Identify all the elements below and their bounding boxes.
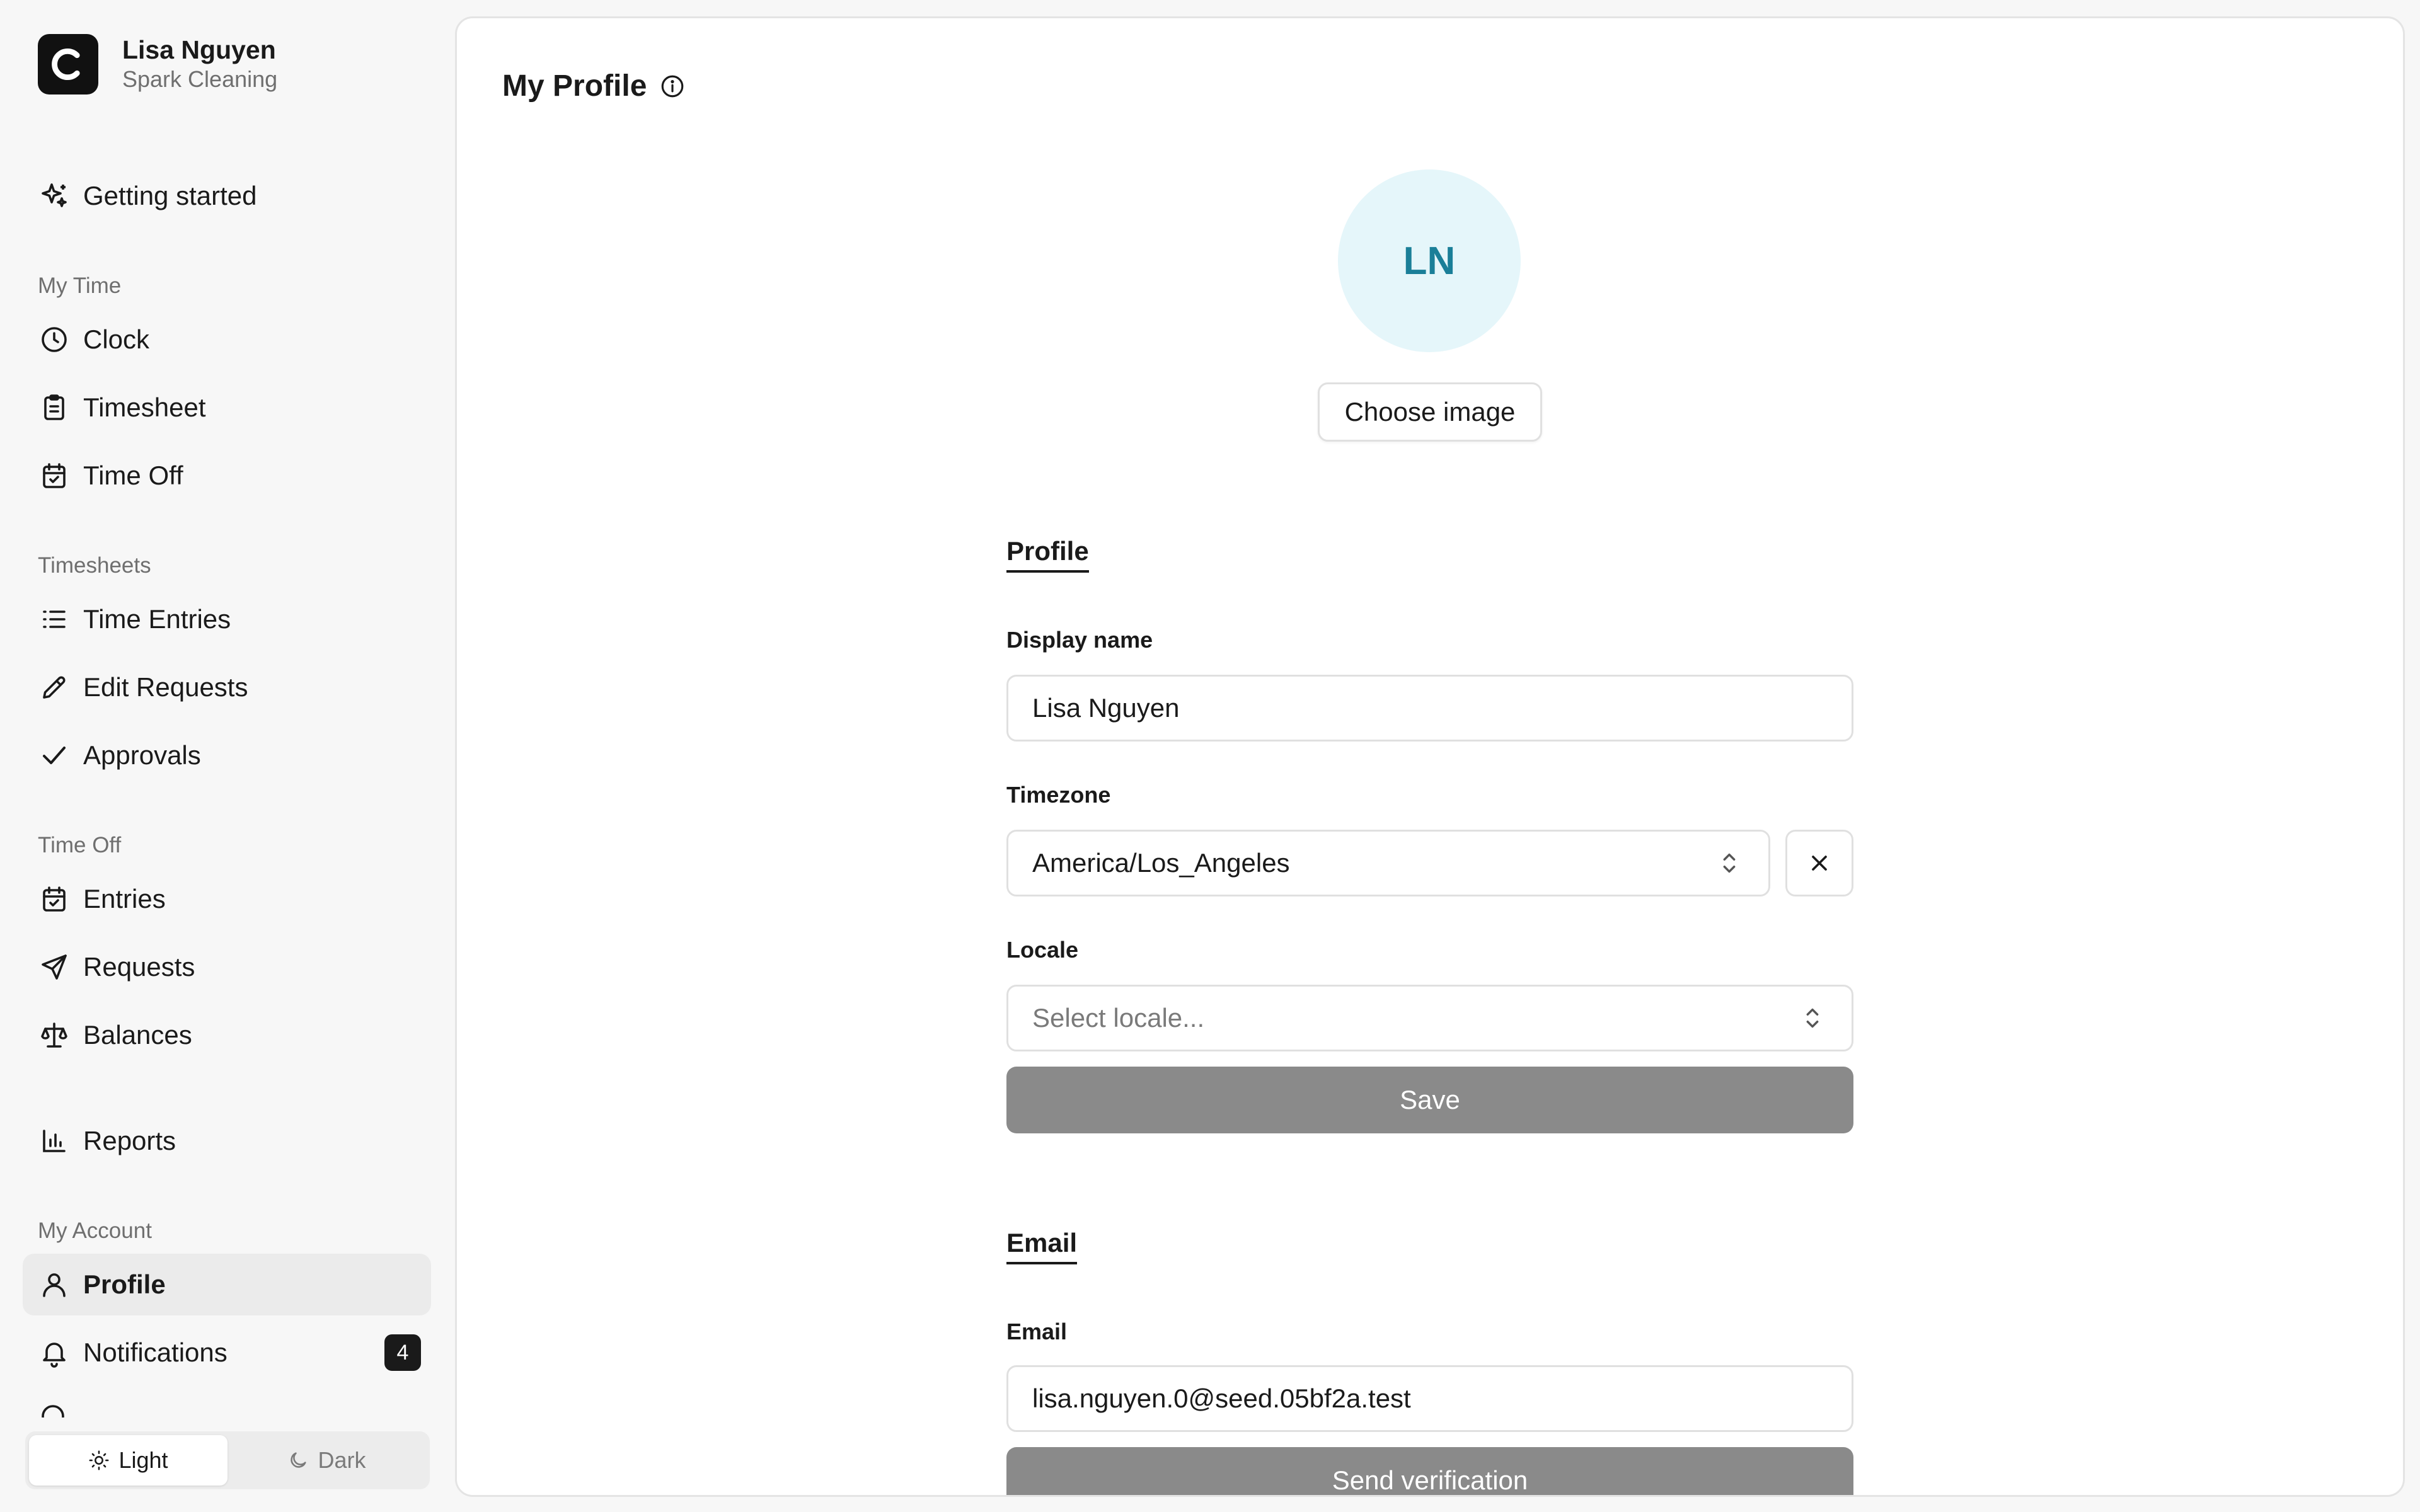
avatar: LN [1338,169,1521,352]
notifications-count-badge: 4 [384,1334,421,1371]
sidebar-section-timesheets: Timesheets [38,553,151,578]
sidebar-item-time-entries[interactable]: Time Entries [23,588,431,650]
clear-timezone-button[interactable] [1785,830,1853,896]
sidebar-item-label: Reports [83,1126,176,1155]
organization-name: Spark Cleaning [122,66,278,92]
page-title: My Profile [502,69,647,103]
org-switcher[interactable]: Lisa Nguyen Spark Cleaning [38,34,277,94]
theme-dark-button[interactable]: Dark [228,1435,426,1486]
profile-section-title: Profile [1006,536,1089,573]
sidebar-item-label: Notifications [83,1337,228,1367]
list-icon [38,603,71,636]
sidebar-item-label: Approvals [83,740,201,770]
key-icon [42,1405,64,1418]
bell-icon [38,1336,71,1369]
theme-toggle: Light Dark [25,1431,430,1489]
check-icon [38,739,71,772]
sidebar-section-my-account: My Account [38,1218,152,1243]
locale-label: Locale [1006,937,1079,963]
moon-icon [291,1452,307,1468]
sidebar-item-label: Time Off [83,461,183,490]
sidebar-item-getting-started[interactable]: Getting started [23,165,431,227]
sidebar-item-reports[interactable]: Reports [23,1110,431,1172]
email-section-title: Email [1006,1228,1078,1264]
calendar-check-icon [38,883,71,915]
sidebar-item-approvals[interactable]: Approvals [23,724,431,786]
scale-icon [38,1019,71,1051]
calendar-check-icon [38,459,71,492]
sidebar-item-clipped[interactable] [38,1401,164,1418]
sidebar-item-time-off[interactable]: Time Off [23,445,431,507]
theme-light-label: Light [118,1447,168,1473]
email-label: Email [1006,1319,1068,1344]
locale-placeholder: Select locale... [1032,1003,1205,1033]
sidebar-item-label: Profile [83,1269,166,1299]
save-button[interactable]: Save [1006,1067,1853,1133]
brand-c-logo [38,34,98,94]
timezone-label: Timezone [1006,782,1111,808]
display-name-input[interactable]: Lisa Nguyen [1006,675,1853,742]
bar-chart-icon [38,1125,71,1157]
display-name-label: Display name [1006,627,1153,653]
sidebar-item-label: Balances [83,1020,192,1050]
page-header: My Profile [502,69,686,103]
sidebar-item-balances[interactable]: Balances [23,1004,431,1066]
user-icon [38,1268,71,1301]
sidebar-item-clock[interactable]: Clock [23,309,431,370]
sun-icon [89,1450,109,1470]
sidebar-section-time-off: Time Off [38,833,122,857]
sidebar-item-entries[interactable]: Entries [23,868,431,930]
locale-select[interactable]: Select locale... [1006,985,1853,1051]
sidebar-item-label: Entries [83,884,166,914]
choose-image-button[interactable]: Choose image [1318,382,1542,442]
info-icon[interactable] [659,73,686,100]
main-panel: My Profile LN Choose image Profile Displ… [455,16,2405,1497]
timezone-select[interactable]: America/Los_Angeles [1006,830,1770,896]
sidebar-item-requests[interactable]: Requests [23,936,431,998]
theme-light-button[interactable]: Light [29,1435,228,1486]
sparkles-icon [38,180,71,212]
sidebar-item-profile[interactable]: Profile [23,1254,431,1315]
sidebar-item-label: Clock [83,324,150,354]
sidebar-item-label: Edit Requests [83,672,248,702]
sidebar-item-timesheet[interactable]: Timesheet [23,377,431,438]
timezone-value: America/Los_Angeles [1032,848,1290,878]
clock-icon [38,323,71,356]
sidebar-item-edit-requests[interactable]: Edit Requests [23,656,431,718]
sidebar-item-label: Timesheet [83,392,206,422]
sidebar-item-notifications[interactable]: Notifications 4 [23,1322,431,1383]
chevron-up-down-icon [1717,847,1742,879]
chevron-up-down-icon [1800,1002,1825,1034]
email-input[interactable]: lisa.nguyen.0@seed.05bf2a.test [1006,1365,1853,1432]
sidebar-item-label: Time Entries [83,604,231,634]
sidebar-section-my-time: My Time [38,273,122,298]
pencil-icon [38,671,71,704]
sidebar-item-label: Requests [83,952,195,982]
clipboard-icon [38,391,71,424]
theme-dark-label: Dark [318,1447,366,1473]
close-icon [1812,856,1827,871]
user-name: Lisa Nguyen [122,35,276,64]
sidebar-item-label: Getting started [83,181,257,210]
send-icon [38,951,71,983]
send-verification-button[interactable]: Send verification [1006,1447,1853,1495]
sidebar: Lisa Nguyen Spark Cleaning Getting start… [0,0,455,1512]
